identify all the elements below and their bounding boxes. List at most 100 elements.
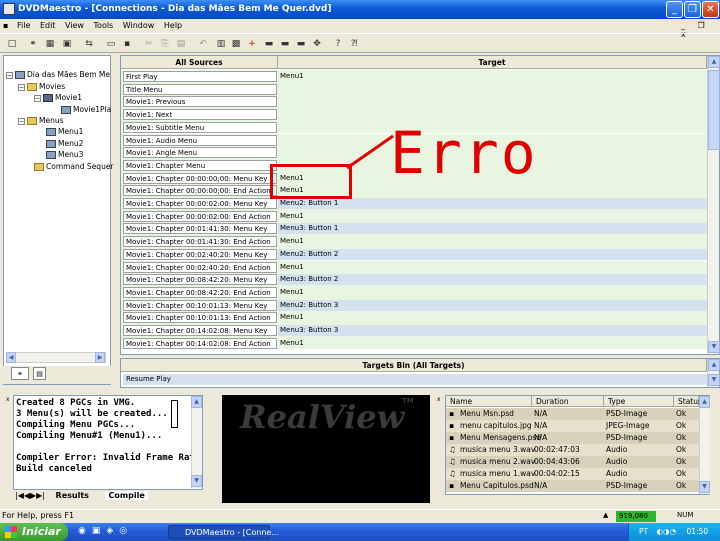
tab-compile[interactable]: Compile	[105, 491, 148, 500]
target-cell[interactable]: Menu3: Button 2	[278, 274, 707, 286]
source-cell[interactable]: Movie1: Chapter 00:00:00;00: End Action	[123, 185, 277, 197]
tab-results[interactable]: Results	[56, 491, 89, 500]
connection-row[interactable]: Movie1: Chapter 00:10:01:13: Menu Key Men…	[121, 298, 707, 312]
connection-row[interactable]: Movie1: Chapter 00:08:42:20: Menu Key Men…	[121, 273, 707, 286]
scroll-up-icon[interactable]: ▲	[191, 396, 202, 408]
tree-item-movie1[interactable]: − Movie1	[34, 93, 82, 102]
close-button[interactable]: ✕	[702, 1, 719, 18]
tree-item-movies[interactable]: − Movies	[18, 82, 65, 91]
source-cell[interactable]: Movie1: Chapter Menu	[123, 159, 277, 171]
target-cell[interactable]: Menu2: Button 2	[278, 248, 707, 260]
tree-item-menus[interactable]: − Menus	[18, 116, 64, 125]
target-cell[interactable]: Menu2: Button 1	[278, 198, 707, 209]
files-scrollbar[interactable]: ▲ ▼	[699, 396, 710, 494]
source-cell[interactable]: Movie1: Chapter 00:00:00;00: Menu Key	[123, 172, 277, 184]
app-icon[interactable]	[3, 3, 15, 15]
target-cell[interactable]: Menu1	[278, 312, 707, 324]
targets-scrollbar[interactable]: ▲ ▼	[707, 359, 720, 387]
paste-icon[interactable]: ▤	[174, 37, 188, 51]
connection-row[interactable]: Movie1: Chapter 00:08:42:20: End Action M…	[121, 285, 707, 299]
connection-row[interactable]: Movie1: Chapter 00:14:02:08: End Action M…	[121, 336, 707, 350]
tab-nav-icon[interactable]: |◀◀▶▶|	[15, 491, 45, 500]
connection-row[interactable]: Movie1: Chapter 00:01:41:30: Menu Key Men…	[121, 222, 707, 236]
quick-launch-icons[interactable]: ◉▣◈◎	[78, 526, 133, 536]
scroll-down-icon[interactable]: ▼	[708, 341, 720, 353]
scroll-up-icon[interactable]: ▲	[708, 359, 720, 371]
file-row[interactable]: ♫ musica menu 2.wav 00:04:43:06 Audio Ok	[446, 456, 699, 468]
col-status[interactable]: Status	[674, 396, 702, 407]
timeline-icon[interactable]: ▦	[43, 37, 57, 51]
scroll-right-icon[interactable]: ▶	[95, 352, 105, 363]
target-cell[interactable]	[278, 96, 707, 108]
open-icon[interactable]: ▭	[104, 37, 118, 51]
tab-files[interactable]: ▤	[33, 367, 46, 380]
connection-row[interactable]: Movie1: Chapter 00:01:41:30: End Action M…	[121, 235, 707, 248]
header-target[interactable]: Target	[278, 56, 707, 69]
scroll-down-icon[interactable]: ▼	[191, 475, 202, 487]
scroll-up-icon[interactable]: ▲	[708, 56, 720, 68]
col-duration[interactable]: Duration	[532, 396, 604, 407]
tree-item-project[interactable]: − Dia das Mães Bem Me	[6, 70, 110, 79]
target-cell[interactable]: Menu1	[278, 236, 707, 248]
language-indicator[interactable]: PT	[639, 527, 648, 536]
tree-item-movie1-playlist[interactable]: Movie1Pla	[61, 105, 111, 114]
collapse-icon[interactable]: −	[6, 71, 13, 79]
header-all-sources[interactable]: All Sources	[121, 56, 278, 69]
connection-row[interactable]: Title Menu	[121, 82, 707, 96]
output-scrollbar[interactable]: ▲ ▼	[191, 396, 202, 488]
connection-row[interactable]: Movie1: Chapter 00:14:02:08: Menu Key Men…	[121, 324, 707, 337]
move-icon[interactable]: ✥	[310, 37, 324, 51]
target-cell[interactable]: Menu1	[278, 71, 707, 82]
connection-row[interactable]: First Play Menu1	[121, 70, 707, 83]
target-resume-play[interactable]: Resume Play	[123, 374, 707, 385]
file-row[interactable]: ▪ Menu Msn.psd N/A PSD-Image Ok	[446, 408, 699, 420]
source-cell[interactable]: First Play	[123, 71, 277, 82]
save-icon[interactable]: ▪	[120, 37, 134, 51]
tab-project-tree[interactable]: ⚭	[11, 367, 29, 380]
help-icon[interactable]: ?	[331, 37, 345, 51]
menu-tools[interactable]: Tools	[94, 21, 114, 30]
source-cell[interactable]: Movie1: Chapter 00:01:41:30: End Action	[123, 236, 277, 248]
source-cell[interactable]: Movie1: Next	[123, 109, 277, 121]
target-cell[interactable]: Menu1	[278, 210, 707, 222]
source-cell[interactable]: Movie1: Chapter 00:02:40:20: Menu Key	[123, 248, 277, 260]
source-cell[interactable]: Movie1: Chapter 00:10:01:13: End Action	[123, 312, 277, 324]
menu-edit[interactable]: Edit	[40, 21, 56, 30]
target-cell[interactable]: Menu1	[278, 261, 707, 273]
connection-row[interactable]: Movie1: Chapter 00:00:02:00: End Action M…	[121, 209, 707, 223]
monitor3-icon[interactable]: ▬	[294, 37, 308, 51]
file-row[interactable]: ▪ Menu Capitulos.psd N/A PSD-Image Ok	[446, 480, 699, 492]
minimize-button[interactable]: _	[666, 1, 683, 18]
connection-row[interactable]: Movie1: Chapter 00:10:01:13: End Action M…	[121, 311, 707, 324]
file-row[interactable]: ▪ Menu Mensagens.psd N/A PSD-Image Ok	[446, 432, 699, 444]
col-type[interactable]: Type	[604, 396, 674, 407]
collapse-icon[interactable]: −	[18, 83, 25, 91]
scroll-up-icon[interactable]: ▲	[699, 396, 710, 408]
tree-item-menu1[interactable]: Menu1	[46, 127, 83, 136]
new-icon[interactable]: □	[5, 37, 19, 51]
target-cell[interactable]: Menu2: Button 3	[278, 299, 707, 311]
file-row[interactable]: ♫ musica menu 3.wav 00:02:47:03 Audio Ok	[446, 444, 699, 456]
connection-row[interactable]: Movie1: Chapter 00:02:40:20: End Action M…	[121, 260, 707, 274]
collapse-icon[interactable]: −	[18, 117, 25, 125]
grid-vertical-scrollbar[interactable]: ▲ ▼	[707, 56, 720, 354]
marker-icon[interactable]: +	[245, 37, 259, 51]
source-cell[interactable]: Movie1: Previous	[123, 96, 277, 108]
tree-item-command-sequences[interactable]: Command Sequer	[34, 162, 114, 171]
target-cell[interactable]: Menu3: Button 3	[278, 325, 707, 336]
target-cell[interactable]: Menu3: Button 1	[278, 223, 707, 235]
source-cell[interactable]: Movie1: Chapter 00:01:41:30: Menu Key	[123, 223, 277, 235]
scroll-thumb[interactable]	[708, 70, 720, 150]
menu-help[interactable]: Help	[164, 21, 182, 30]
menu-file[interactable]: File	[17, 21, 30, 30]
menu-window[interactable]: Window	[123, 21, 155, 30]
title-bar[interactable]: DVDMaestro - [Connections - Dia das Mães…	[0, 0, 720, 19]
scroll-down-icon[interactable]: ▼	[708, 374, 720, 386]
video-preview[interactable]: RealView TM	[222, 395, 430, 503]
menu-view[interactable]: View	[65, 21, 84, 30]
cut-icon[interactable]: ✂	[142, 37, 156, 51]
panel-close-icon[interactable]: x	[437, 396, 441, 403]
connections-icon[interactable]: ⇆	[82, 37, 96, 51]
connection-row[interactable]: Movie1: Chapter 00:02:40:20: Menu Key Men…	[121, 247, 707, 261]
source-cell[interactable]: Movie1: Audio Menu	[123, 134, 277, 146]
